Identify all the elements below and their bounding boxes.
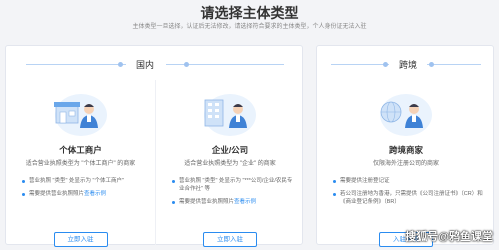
section-header-domestic: 国内 xyxy=(6,58,302,72)
page-subtitle: 主体类型一旦选择，认证后无法修改，请选择符合要求的主体类型，个人身份证无法入驻 xyxy=(132,24,367,30)
section-label: 跨境 xyxy=(389,58,428,72)
requirement-list: 营业执照 "类型" 处显示为 "***公司/企业/农民专业合作社" 等 需要提供… xyxy=(171,177,294,211)
dot-decoration xyxy=(118,62,123,67)
card-title: 跨境商家 xyxy=(388,145,423,155)
overseas-panel: 跨境 跨境商家 仅限海外注册公司的商家 需要提供注册登记证 若公司注册地为香港，… xyxy=(316,45,495,247)
requirement-list: 营业执照 "类型" 处显示为 "个体工商户" 需要提供营业执照照片查看示例 xyxy=(21,177,145,203)
card-description: 仅限海外注册公司的商家 xyxy=(372,161,439,167)
dot-decoration xyxy=(184,62,189,67)
join-now-button[interactable]: 立即入驻 xyxy=(53,232,108,247)
section-header-overseas: 跨境 xyxy=(317,58,493,72)
cross-border-merchant-illustration-icon xyxy=(380,94,432,136)
dot-decoration xyxy=(383,62,388,67)
list-item: 营业执照 "类型" 处显示为 "***公司/企业/农民专业合作社" 等 xyxy=(171,177,294,193)
page-header: 请选择主体类型 主体类型一旦选择，认证后无法修改，请选择符合要求的主体类型，个人… xyxy=(0,0,499,40)
card-title: 企业/公司 xyxy=(211,145,249,155)
view-example-link[interactable]: 查看示例 xyxy=(84,191,106,197)
page-title: 请选择主体类型 xyxy=(200,5,299,21)
watermark: 搜狐号@鸦鱼课堂 xyxy=(405,231,493,243)
company-illustration-icon xyxy=(204,94,256,136)
card-description: 适合营业执照类型为 "个体工商户" 的商家 xyxy=(25,161,136,167)
domestic-panel: 国内 个体工商户 适合营业执照类型为 "个体工商户" 的商家 营业执照 "类型"… xyxy=(5,45,304,247)
list-item: 需要提供营业执照照片查看示例 xyxy=(21,190,145,198)
dot-decoration xyxy=(429,62,434,67)
card-cross-border[interactable]: 跨境商家 仅限海外注册公司的商家 需要提供注册登记证 若公司注册地为香港，只需提… xyxy=(317,80,495,247)
list-item: 若公司注册地为香港，只需提供《公司注册证书》（CR）和《商业登记条例》（BR） xyxy=(332,190,485,206)
shop-owner-illustration-icon xyxy=(53,94,107,136)
card-description: 适合营业执照类型为 "企业" 的商家 xyxy=(184,161,276,167)
section-label: 国内 xyxy=(126,58,165,72)
join-now-button[interactable]: 立即入驻 xyxy=(203,232,257,247)
list-item: 营业执照 "类型" 处显示为 "个体工商户" xyxy=(21,177,145,185)
divider xyxy=(331,64,391,65)
card-title: 个体工商户 xyxy=(59,145,102,155)
list-item: 需要提供营业执照照片查看示例 xyxy=(171,198,294,206)
view-example-link[interactable]: 查看示例 xyxy=(234,199,256,205)
list-item: 需要提供注册登记证 xyxy=(332,177,485,185)
card-enterprise[interactable]: 企业/公司 适合营业执照类型为 "企业" 的商家 营业执照 "类型" 处显示为 … xyxy=(155,80,304,247)
requirement-list: 需要提供注册登记证 若公司注册地为香港，只需提供《公司注册证书》（CR）和《商业… xyxy=(332,177,485,211)
card-individual-business[interactable]: 个体工商户 适合营业执照类型为 "个体工商户" 的商家 营业执照 "类型" 处显… xyxy=(6,80,155,247)
